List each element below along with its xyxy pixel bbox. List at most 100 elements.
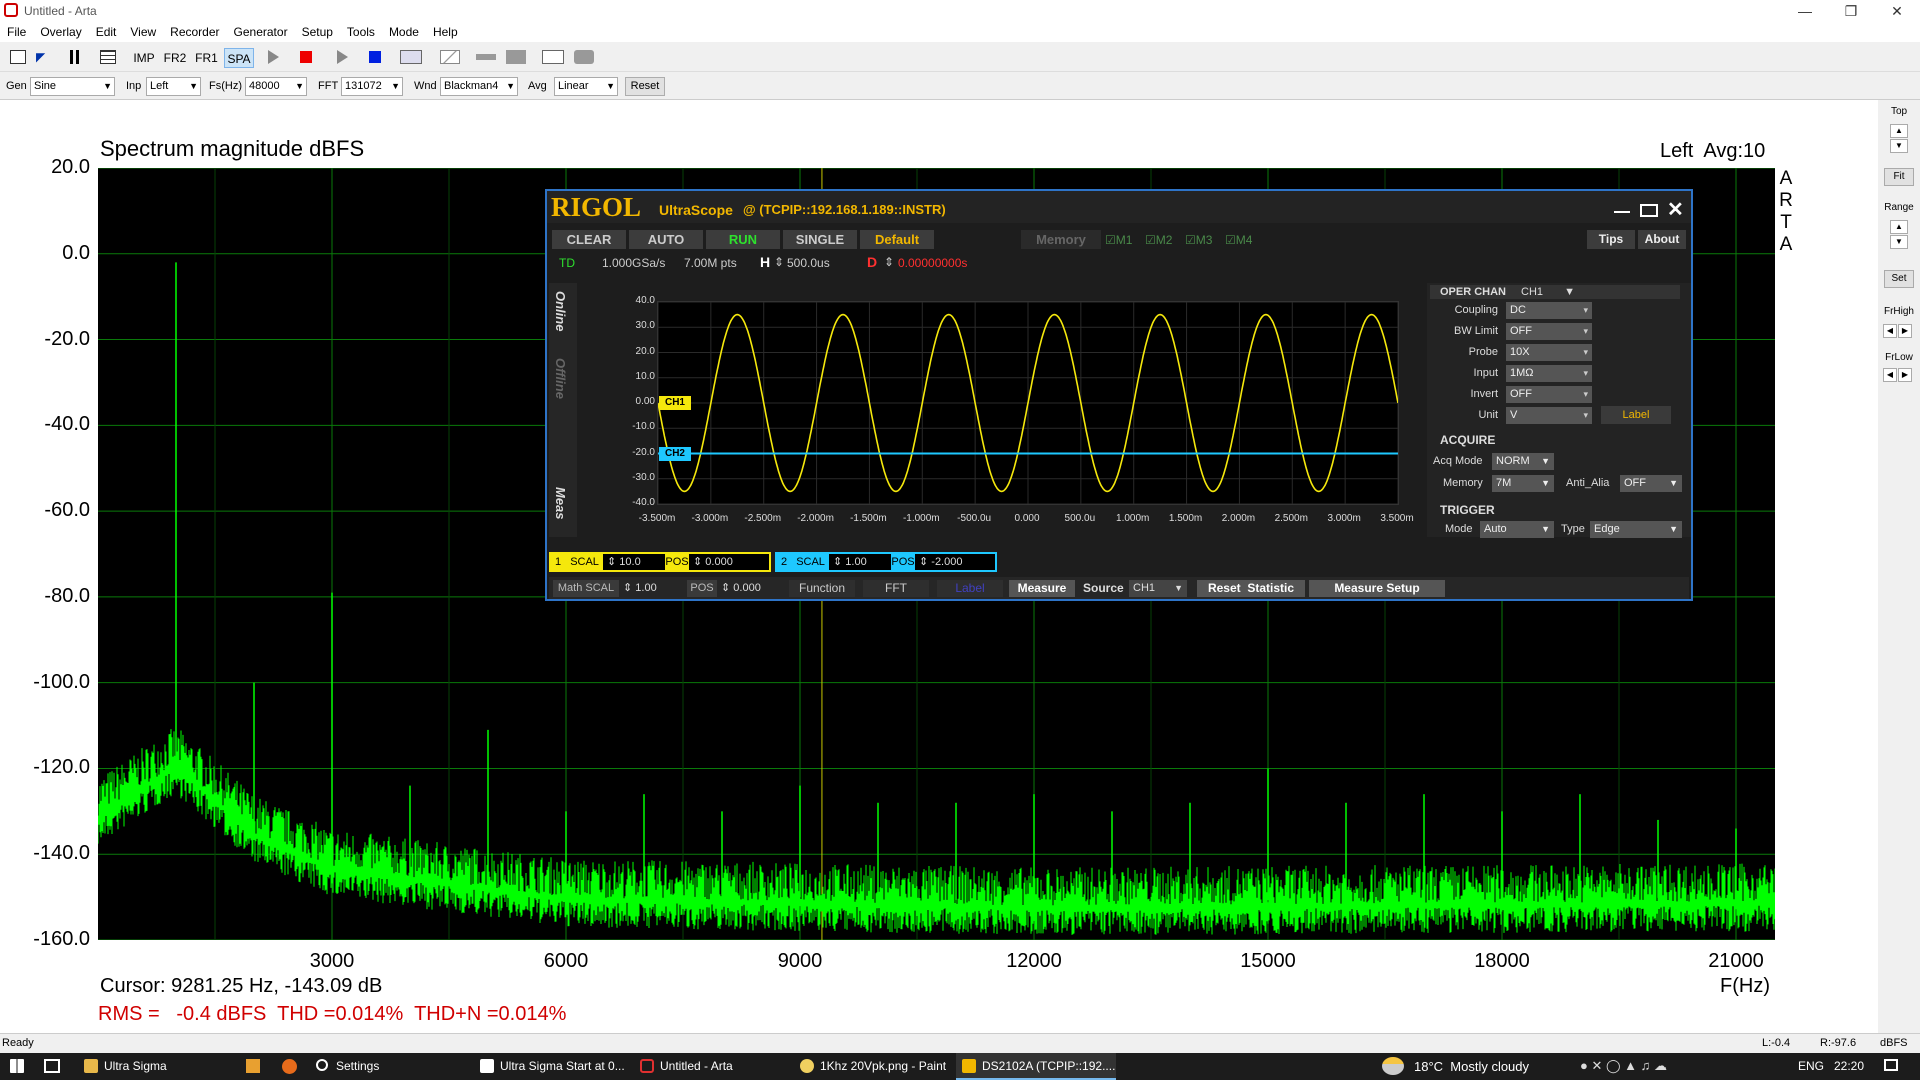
memory-depth-select[interactable]: 7M ▼ — [1492, 475, 1554, 492]
ch2-pos-value[interactable]: ⇕ -2.000 — [919, 555, 962, 568]
top-down-button[interactable]: ▼ — [1890, 139, 1908, 153]
math-label-button[interactable]: Label — [937, 580, 1003, 597]
input-select[interactable]: 1MΩ — [1506, 365, 1592, 382]
imp-button[interactable]: IMP — [132, 48, 156, 68]
auto-button[interactable]: AUTO — [629, 230, 703, 249]
pause-icon[interactable] — [70, 50, 79, 64]
ch1-pos-value[interactable]: ⇕ 0.000 — [693, 555, 733, 568]
fs-select[interactable]: 48000 ▼ — [245, 77, 307, 96]
start-icon[interactable] — [10, 1059, 24, 1073]
delay-value[interactable]: 0.00000000s — [898, 256, 967, 270]
input-row[interactable]: Input 1MΩ — [1430, 364, 1688, 384]
clock[interactable]: 22:20 — [1834, 1059, 1864, 1073]
invert-select[interactable]: OFF — [1506, 386, 1592, 403]
frhigh-right-button[interactable]: ▶ — [1898, 324, 1912, 338]
ch2-scal-value[interactable]: ⇕ 1.00 — [833, 555, 867, 568]
m2-checkbox[interactable]: ☑M2 — [1145, 233, 1172, 247]
measure-button[interactable]: Measure — [1009, 580, 1075, 597]
m3-checkbox[interactable]: ☑M3 — [1185, 233, 1212, 247]
measure-setup-button[interactable]: Measure Setup — [1309, 580, 1445, 597]
menu-mode[interactable]: Mode — [382, 22, 426, 39]
about-button[interactable]: About — [1638, 230, 1686, 249]
run-button[interactable]: RUN — [706, 230, 780, 249]
m1-checkbox[interactable]: ☑M1 — [1105, 233, 1132, 247]
single-button[interactable]: SINGLE — [783, 230, 857, 249]
label-button[interactable]: Label — [1601, 406, 1671, 424]
reset-statistic-button[interactable]: Reset Statistic — [1197, 580, 1305, 597]
spa-button[interactable]: SPA — [224, 48, 254, 68]
rigol-ultrascope-window[interactable]: RIGOL UltraScope @ (TCPIP::192.168.1.189… — [545, 189, 1693, 601]
task-view-icon[interactable] — [44, 1059, 60, 1073]
close-icon[interactable]: ✕ — [1874, 0, 1920, 22]
source-select[interactable]: CH1 ▼ — [1129, 580, 1187, 597]
stop-generator-icon[interactable] — [369, 51, 381, 63]
probe-select[interactable]: 10X — [1506, 344, 1592, 361]
play-icon[interactable] — [268, 50, 279, 64]
frlow-left-button[interactable]: ◀ — [1883, 368, 1897, 382]
table-icon[interactable] — [100, 50, 116, 64]
scope-waveform-display[interactable] — [657, 301, 1399, 505]
open-file-icon[interactable]: ◤ — [36, 50, 52, 64]
taskbar-ultra-sigma-start[interactable]: Ultra Sigma Start at 0... — [474, 1053, 634, 1080]
minimize-icon[interactable]: — — [1782, 0, 1828, 22]
signal-icon[interactable] — [440, 50, 460, 64]
avg-select[interactable]: Linear ▼ — [554, 77, 618, 96]
memory-button[interactable]: Memory — [1021, 230, 1101, 249]
menu-file[interactable]: File — [0, 22, 33, 39]
range-up-button[interactable]: ▲ — [1890, 220, 1908, 234]
ch1-marker[interactable]: CH1 — [659, 396, 691, 410]
frhigh-left-button[interactable]: ◀ — [1883, 324, 1897, 338]
bw-limit-row[interactable]: BW Limit OFF — [1430, 322, 1688, 342]
ch2-marker[interactable]: CH2 — [659, 447, 691, 461]
clear-button[interactable]: CLEAR — [552, 230, 626, 249]
set-button[interactable]: Set — [1884, 270, 1914, 288]
m4-checkbox[interactable]: ☑M4 — [1225, 233, 1252, 247]
meter-icon[interactable] — [506, 50, 526, 64]
close-icon[interactable]: ✕ — [1667, 197, 1684, 222]
top-up-button[interactable]: ▲ — [1890, 124, 1908, 138]
taskbar-paint[interactable]: 1Khz 20Vpk.png - Paint — [794, 1053, 954, 1080]
firefox-icon[interactable] — [282, 1059, 297, 1074]
function-button[interactable]: Function — [789, 580, 855, 597]
notification-icon[interactable] — [1884, 1059, 1898, 1071]
h-stepper-icon[interactable]: ⇕ — [774, 255, 784, 269]
trigger-mode-select[interactable]: Auto ▼ — [1480, 521, 1554, 538]
media-app-icon[interactable] — [246, 1059, 260, 1073]
coupling-row[interactable]: Coupling DC — [1430, 301, 1688, 321]
tab-meas[interactable]: Meas — [553, 487, 568, 520]
coupling-select[interactable]: DC — [1506, 302, 1592, 319]
default-button[interactable]: Default — [860, 230, 934, 249]
math-pos-value[interactable]: ⇕ 0.000 — [721, 581, 761, 594]
taskbar-arta[interactable]: Untitled - Arta — [634, 1053, 794, 1080]
anti-alias-select[interactable]: OFF ▼ — [1620, 475, 1682, 492]
probe-row[interactable]: Probe 10X — [1430, 343, 1688, 363]
stop-record-icon[interactable] — [300, 51, 312, 63]
math-scal-value[interactable]: ⇕ 1.00 — [623, 581, 657, 594]
timebase-value[interactable]: 500.0us — [787, 256, 830, 270]
reset-button[interactable]: Reset — [625, 77, 665, 96]
slider-icon[interactable] — [476, 54, 496, 60]
fr1-button[interactable]: FR1 — [193, 48, 220, 68]
bw-limit-select[interactable]: OFF — [1506, 323, 1592, 340]
new-file-icon[interactable] — [10, 50, 26, 64]
abc-icon[interactable] — [400, 50, 422, 64]
trigger-type-select[interactable]: Edge ▼ — [1590, 521, 1682, 538]
invert-row[interactable]: Invert OFF — [1430, 385, 1688, 405]
fit-button[interactable]: Fit — [1884, 168, 1914, 186]
maximize-icon[interactable] — [1640, 204, 1658, 217]
play-generator-icon[interactable] — [337, 50, 348, 64]
minimize-icon[interactable] — [1614, 211, 1630, 213]
ch1-scal-value[interactable]: ⇕ 10.0 — [607, 555, 641, 568]
tray-icons[interactable]: ● ✕ ◯ ▲ ♫ ☁ — [1580, 1058, 1667, 1074]
restore-icon[interactable]: ❐ — [1828, 0, 1874, 22]
tab-offline[interactable]: Offline — [553, 358, 568, 399]
menu-view[interactable]: View — [123, 22, 163, 39]
scope-icon[interactable] — [542, 50, 564, 64]
wnd-select[interactable]: Blackman4 ▼ — [440, 77, 518, 96]
menu-tools[interactable]: Tools — [340, 22, 382, 39]
settings-icon[interactable] — [574, 50, 594, 64]
ch1-scale-bar[interactable]: 1 SCAL ⇕ 10.0 POS ⇕ 0.000 — [549, 552, 771, 572]
menu-edit[interactable]: Edit — [89, 22, 124, 39]
range-down-button[interactable]: ▼ — [1890, 235, 1908, 249]
ch2-scale-bar[interactable]: 2 SCAL ⇕ 1.00 POS ⇕ -2.000 — [775, 552, 997, 572]
